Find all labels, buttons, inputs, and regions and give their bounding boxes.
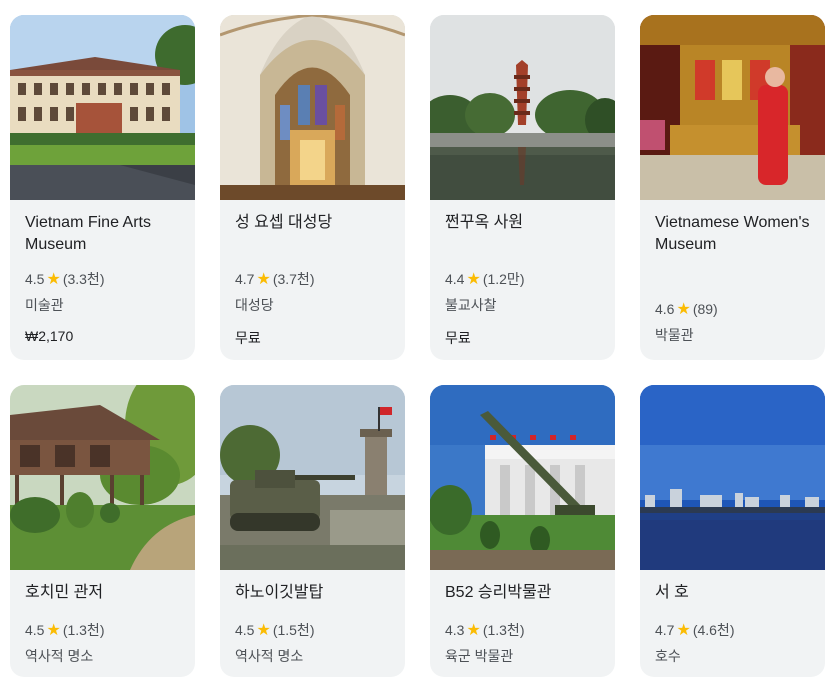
review-count: (1.5천) (272, 622, 315, 638)
place-rating: 4.7 ★ (3.7천) (235, 269, 314, 289)
review-count: (1.3천) (482, 622, 525, 638)
place-title[interactable]: Vietnamese Women's Museum (655, 212, 815, 256)
place-category: 대성당 (235, 297, 274, 313)
place-photo (10, 15, 195, 200)
star-icon: ★ (46, 622, 61, 639)
review-count: (1.3천) (62, 622, 105, 638)
place-title[interactable]: B52 승리박물관 (445, 582, 605, 604)
review-count: (89) (692, 301, 718, 317)
place-photo (430, 15, 615, 200)
rating-value: 4.5 (25, 271, 45, 287)
star-icon: ★ (466, 271, 481, 288)
rating-value: 4.7 (235, 271, 255, 287)
star-icon: ★ (676, 622, 691, 639)
place-card-vietnamese-womens-museum[interactable]: Vietnamese Women's Museum 4.6 ★ (89) 박물관 (640, 15, 825, 360)
place-title[interactable]: 호치민 관저 (25, 582, 185, 604)
place-rating: 4.5 ★ (3.3천) (25, 269, 104, 289)
place-photo (640, 385, 825, 570)
star-icon: ★ (256, 271, 271, 288)
place-card-hanoi-flag-tower[interactable]: 하노이깃발탑 4.5 ★ (1.5천) 역사적 명소 (220, 385, 405, 677)
place-photo (430, 385, 615, 570)
place-category: 호수 (655, 648, 681, 664)
place-rating: 4.6 ★ (89) (655, 299, 718, 319)
place-title[interactable]: Vietnam Fine Arts Museum (25, 212, 185, 256)
place-photo (220, 385, 405, 570)
place-card-b52-victory-museum[interactable]: B52 승리박물관 4.3 ★ (1.3천) 육군 박물관 (430, 385, 615, 677)
place-card-west-lake[interactable]: 서 호 4.7 ★ (4.6천) 호수 (640, 385, 825, 677)
place-category: 미술관 (25, 297, 64, 313)
place-rating: 4.7 ★ (4.6천) (655, 620, 734, 640)
place-category: 역사적 명소 (235, 648, 304, 664)
place-category: 불교사찰 (445, 297, 497, 313)
place-photo (220, 15, 405, 200)
place-category: 박물관 (655, 327, 694, 343)
place-card-st-joseph-cathedral[interactable]: 성 요셉 대성당 4.7 ★ (3.7천) 대성당 무료 (220, 15, 405, 360)
place-rating: 4.4 ★ (1.2만) (445, 269, 524, 289)
star-icon: ★ (676, 301, 691, 318)
review-count: (1.2만) (482, 271, 525, 287)
place-category: 역사적 명소 (25, 648, 94, 664)
star-icon: ★ (46, 271, 61, 288)
rating-value: 4.3 (445, 622, 465, 638)
review-count: (4.6천) (692, 622, 735, 638)
place-title[interactable]: 서 호 (655, 582, 815, 604)
place-category: 육군 박물관 (445, 648, 514, 664)
place-photo (10, 385, 195, 570)
place-card-tran-quoc-pagoda[interactable]: 쩐꾸옥 사원 4.4 ★ (1.2만) 불교사찰 무료 (430, 15, 615, 360)
review-count: (3.3천) (62, 271, 105, 287)
star-icon: ★ (466, 622, 481, 639)
place-title[interactable]: 성 요셉 대성당 (235, 212, 395, 234)
place-price: 무료 (235, 330, 261, 346)
place-title[interactable]: 하노이깃발탑 (235, 582, 395, 604)
place-card-vietnam-fine-arts-museum[interactable]: Vietnam Fine Arts Museum 4.5 ★ (3.3천) 미술관 … (10, 15, 195, 360)
place-rating: 4.5 ★ (1.5천) (235, 620, 314, 640)
review-count: (3.7천) (272, 271, 315, 287)
place-rating: 4.5 ★ (1.3천) (25, 620, 104, 640)
place-price: ₩2,170 (25, 328, 74, 344)
star-icon: ★ (256, 622, 271, 639)
place-rating: 4.3 ★ (1.3천) (445, 620, 524, 640)
rating-value: 4.6 (655, 301, 675, 317)
place-card-ho-chi-minh-stilt-house[interactable]: 호치민 관저 4.5 ★ (1.3천) 역사적 명소 (10, 385, 195, 677)
rating-value: 4.7 (655, 622, 675, 638)
rating-value: 4.5 (25, 622, 45, 638)
rating-value: 4.4 (445, 271, 465, 287)
place-title[interactable]: 쩐꾸옥 사원 (445, 212, 605, 234)
place-photo (640, 15, 825, 200)
rating-value: 4.5 (235, 622, 255, 638)
place-price: 무료 (445, 330, 471, 346)
